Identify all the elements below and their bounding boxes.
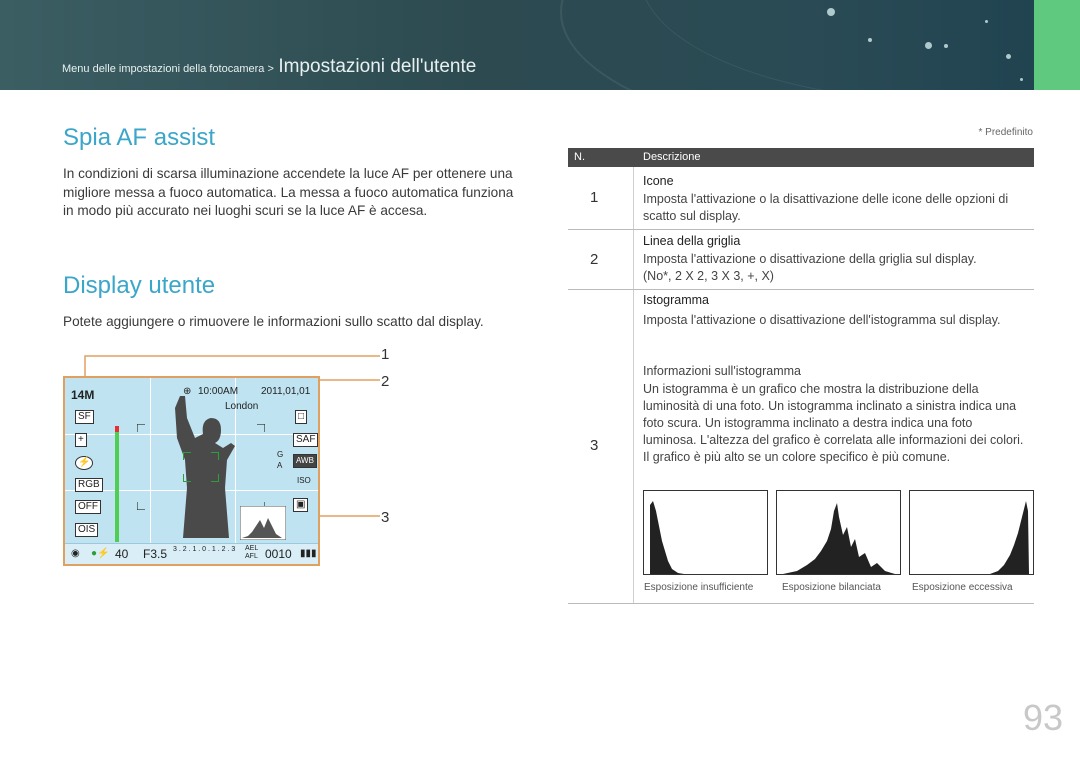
header-sparkle xyxy=(1006,54,1011,59)
header-sparkle xyxy=(944,44,948,48)
caption-balanced: Esposizione bilanciata xyxy=(782,582,881,593)
city-label: London xyxy=(225,401,259,412)
row-divider xyxy=(568,603,1034,604)
page-header: Menu delle impostazioni della fotocamera… xyxy=(0,0,1080,90)
histogram-overexposed-graph xyxy=(990,501,1029,574)
frame-icon: □ xyxy=(295,410,308,424)
sf-icon: SF xyxy=(75,410,94,424)
header-sparkle xyxy=(925,42,932,49)
camera-display: 14M SF + ⚡ RGB OFF OIS ⊕ 10:00AM 2011,01… xyxy=(63,376,320,566)
row-number-3: 3 xyxy=(590,437,599,454)
header-sparkle xyxy=(868,38,872,42)
battery-icon: ▮▮▮ xyxy=(300,548,317,559)
off-icon: OFF xyxy=(75,500,101,514)
row-title-icone: Icone xyxy=(643,174,674,188)
default-note: * Predefinito xyxy=(978,127,1033,138)
caption-overexposed: Esposizione eccessiva xyxy=(912,582,1013,593)
camera-status-bar: ◉ ●⚡ 40 F3.5 3 . 2 . 1 . 0 . 1 . 2 . 3 A… xyxy=(65,543,318,564)
header-description: Descrizione xyxy=(643,151,701,163)
breadcrumb-current: Impostazioni dell'utente xyxy=(278,56,477,77)
row-desc-istogramma: Imposta l'attivazione o disattivazione d… xyxy=(643,313,1001,327)
chapter-tab xyxy=(1034,0,1080,90)
row-number-2: 2 xyxy=(590,251,599,268)
header-sparkle xyxy=(1020,78,1023,81)
camera-mode-icon: ◉ xyxy=(71,548,80,559)
a-label: A xyxy=(277,461,283,470)
rgb-icon: RGB xyxy=(75,478,103,492)
exposure-scale: 3 . 2 . 1 . 0 . 1 . 2 . 3 xyxy=(173,546,236,553)
shots-left: 40 xyxy=(115,547,129,561)
histogram-info-text: Un istogramma è un grafico che mostra la… xyxy=(643,382,1024,464)
row-divider xyxy=(568,289,1034,290)
g-label: G xyxy=(277,450,284,459)
row-options-griglia: (No*, 2 X 2, 3 X 3, +, X) xyxy=(643,269,774,283)
row-title-griglia: Linea della griglia xyxy=(643,234,741,248)
focus-target-icon: ⊕ xyxy=(183,386,192,397)
exposure-bar xyxy=(115,426,119,542)
awb-icon: AWB xyxy=(293,454,317,468)
page-number: 93 xyxy=(1022,697,1063,738)
section-title-display-utente: Display utente xyxy=(63,272,216,299)
row-desc-griglia: Imposta l'attivazione o disattivazione d… xyxy=(643,252,977,266)
breadcrumb: Menu delle impostazioni della fotocamera… xyxy=(62,56,476,78)
row-divider xyxy=(568,229,1034,230)
histogram-info-title: Informazioni sull'istogramma xyxy=(643,364,801,378)
breadcrumb-parent: Menu delle impostazioni della fotocamera… xyxy=(62,63,274,75)
section-text-display-utente: Potete aggiungere o rimuovere le informa… xyxy=(63,314,484,329)
ael-label: AEL xyxy=(245,545,259,552)
section-text-af-assist: In condizioni di scarsa illuminazione ac… xyxy=(63,166,514,218)
flash-icon: ●⚡ xyxy=(91,548,110,559)
af-area-icon: ▣ xyxy=(293,498,309,512)
section-title-af-assist: Spia AF assist xyxy=(63,124,216,151)
ois-icon: OIS xyxy=(75,523,99,537)
histogram-overexposed xyxy=(909,490,1034,575)
histogram-balanced xyxy=(776,490,901,575)
histogram-balanced-graph xyxy=(783,503,895,574)
date-label: 2011,01,01 xyxy=(261,386,311,397)
metering-icon: + xyxy=(75,433,87,447)
histogram-underexposed xyxy=(643,490,768,575)
row-title-istogramma: Istogramma xyxy=(643,293,709,307)
shot-counter: 0010 xyxy=(265,547,292,561)
header-sparkle xyxy=(985,20,988,23)
callout-2: 2 xyxy=(381,373,390,390)
iso-icon: ISO xyxy=(297,476,311,485)
flash-mode-icon: ⚡ xyxy=(75,456,94,470)
histogram-preview xyxy=(240,506,286,540)
row-number-1: 1 xyxy=(590,189,599,206)
time-label: 10:00AM xyxy=(198,386,239,397)
afl-label: AFL xyxy=(245,553,258,560)
caption-underexposed: Esposizione insufficiente xyxy=(644,582,754,593)
header-sparkle xyxy=(827,8,835,16)
header-n: N. xyxy=(574,151,585,163)
table-header: N. Descrizione xyxy=(568,148,1034,167)
callout-3: 3 xyxy=(381,509,390,526)
scene-icon: SAF xyxy=(293,433,318,447)
callout-1: 1 xyxy=(381,346,390,363)
resolution-icon: 14M xyxy=(71,388,95,402)
histogram-underexposed-graph xyxy=(650,501,684,574)
row-desc-icone: Imposta l'attivazione o la disattivazion… xyxy=(643,192,1009,223)
focus-corners xyxy=(137,424,265,510)
aperture-label: F3.5 xyxy=(143,547,168,561)
exposure-bar-top xyxy=(115,426,119,432)
column-divider xyxy=(633,167,634,603)
